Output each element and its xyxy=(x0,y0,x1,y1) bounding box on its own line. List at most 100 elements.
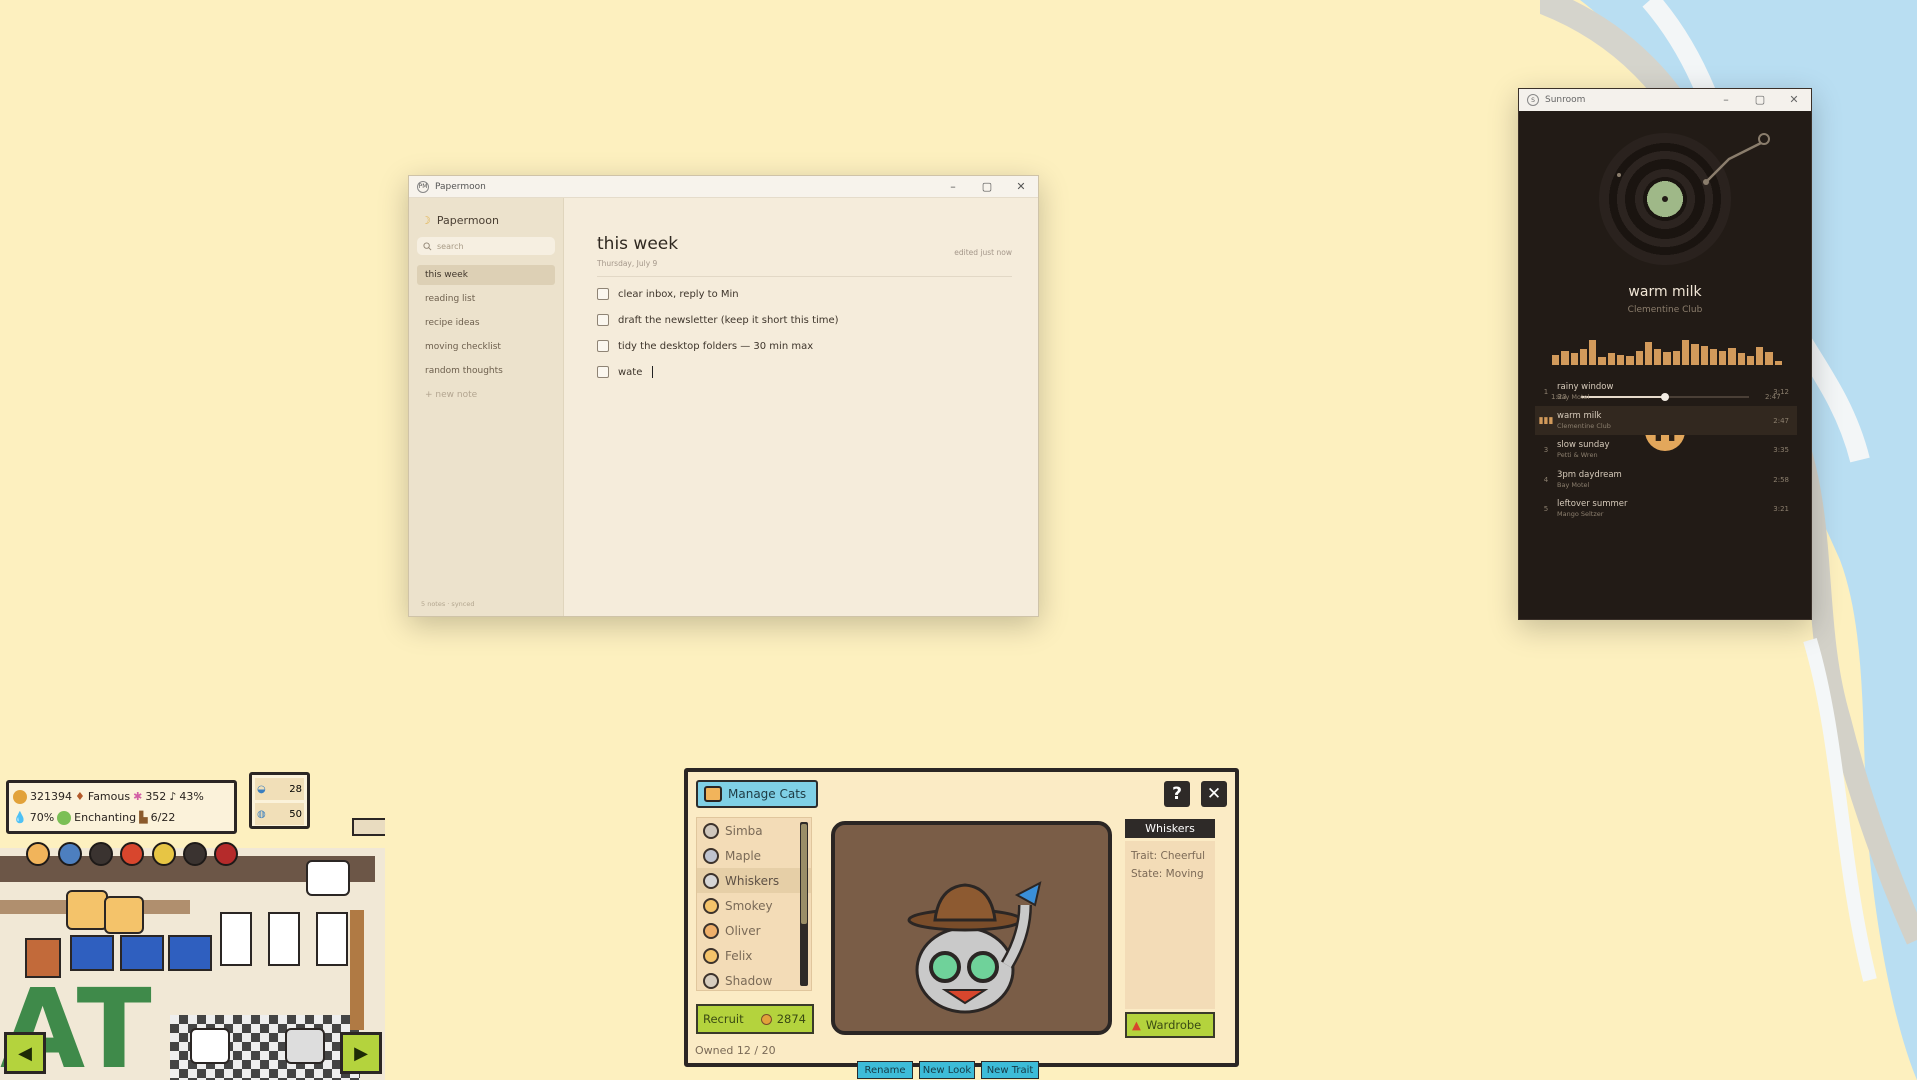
scroll-left-button[interactable]: ◀ xyxy=(4,1032,46,1074)
playlist-item[interactable]: 5 leftover summer Mango Seltzer 3:21 xyxy=(1535,494,1797,523)
playlist-item-active[interactable]: ▮▮▮ warm milk Clementine Club 2:47 xyxy=(1535,406,1797,435)
todo-checkbox[interactable] xyxy=(597,366,609,378)
cat-list-item[interactable]: Oliver xyxy=(697,918,811,943)
power-icon[interactable] xyxy=(214,842,238,866)
cat-menu-icon[interactable] xyxy=(26,842,50,866)
new-note-button[interactable]: + new note xyxy=(417,385,555,405)
new-trait-button[interactable]: New Trait xyxy=(981,1061,1039,1079)
track-artist: Clementine Club xyxy=(1557,422,1611,430)
playlist-item[interactable]: 1 rainy window Bay Motel 3:12 xyxy=(1535,377,1797,406)
track-artist: Bay Motel xyxy=(1557,481,1590,489)
eq-bar xyxy=(1561,350,1569,365)
help-button[interactable]: ? xyxy=(1164,781,1190,807)
track-title: leftover summer xyxy=(1557,499,1628,509)
search-input[interactable]: search xyxy=(417,237,555,255)
now-playing-bars-icon: ▮▮▮ xyxy=(1538,415,1554,426)
track-title: 3pm daydream xyxy=(1557,470,1622,480)
wardrobe-label: Wardrobe xyxy=(1145,1018,1202,1032)
fridge xyxy=(120,935,164,971)
milk-carton xyxy=(220,912,252,966)
cat-info-panel: Trait: Cheerful State: Moving xyxy=(1125,841,1215,891)
todo-checkbox[interactable] xyxy=(597,314,609,326)
moon-icon: ☽ xyxy=(421,214,431,227)
cat-sprite[interactable] xyxy=(104,896,144,934)
cat-list-item[interactable]: Shadow xyxy=(697,968,811,993)
crate xyxy=(25,938,61,978)
eq-bar xyxy=(1589,340,1597,365)
maximize-icon[interactable]: ▢ xyxy=(1743,89,1777,111)
sidebar-item-random-thoughts[interactable]: random thoughts xyxy=(417,361,555,381)
eq-bar xyxy=(1663,352,1671,365)
minimize-icon[interactable]: – xyxy=(1709,89,1743,111)
note-title[interactable]: this week xyxy=(597,234,1012,254)
papermoon-titlebar[interactable]: PM Papermoon – ▢ ✕ xyxy=(409,176,1038,198)
todo-text[interactable]: draft the newsletter (keep it short this… xyxy=(618,315,839,326)
cat-sprite[interactable] xyxy=(190,1028,230,1064)
cat-sprite[interactable] xyxy=(66,890,108,930)
eq-bar xyxy=(1691,344,1699,365)
sunroom-window: S Sunroom – ▢ ✕ warm milk Clementine Clu… xyxy=(1518,88,1812,620)
cat-sprite[interactable] xyxy=(285,1028,325,1064)
todo-text[interactable]: wate xyxy=(618,367,642,378)
todo-text[interactable]: clear inbox, reply to Min xyxy=(618,289,739,300)
app-logo-icon: PM xyxy=(417,180,429,193)
sidebar-item-recipe-ideas[interactable]: recipe ideas xyxy=(417,313,555,333)
scroll-right-button[interactable]: ▶ xyxy=(340,1032,382,1074)
search-placeholder: search xyxy=(437,241,464,251)
shop-icon[interactable] xyxy=(58,842,82,866)
cat-sprite[interactable] xyxy=(306,860,350,896)
cat-list-item-selected[interactable]: Whiskers xyxy=(697,868,811,893)
app-logo-icon: S xyxy=(1527,94,1539,106)
track-title: rainy window xyxy=(1557,382,1614,392)
todo-checkbox[interactable] xyxy=(597,288,609,300)
cat-list-scrollbar[interactable] xyxy=(800,822,808,986)
water-value: 70% xyxy=(29,811,55,824)
sidebar-item-this-week[interactable]: this week xyxy=(417,265,555,285)
wardrobe-button[interactable]: ▲ Wardrobe xyxy=(1125,1012,1215,1038)
track-artist: Petti & Wren xyxy=(1557,451,1598,459)
sunroom-titlebar[interactable]: S Sunroom – ▢ ✕ xyxy=(1519,89,1811,111)
track-duration: 3:12 xyxy=(1773,387,1789,396)
minimize-icon[interactable]: – xyxy=(936,176,970,198)
playlist-item[interactable]: 4 3pm daydream Bay Motel 2:58 xyxy=(1535,465,1797,494)
eq-bar xyxy=(1644,341,1653,365)
cat-name: Simba xyxy=(725,823,763,838)
todo-text[interactable]: tidy the desktop folders — 30 min max xyxy=(618,341,813,352)
eq-bar xyxy=(1598,357,1606,365)
track-number: 4 xyxy=(1543,475,1549,484)
cat-list-item[interactable]: Maple xyxy=(697,843,811,868)
new-look-button[interactable]: New Look xyxy=(919,1061,975,1079)
playlist-item[interactable]: 3 slow sunday Petti & Wren 3:35 xyxy=(1535,435,1797,464)
fish-resource: ◒ 28 xyxy=(255,778,304,800)
window-title: Papermoon xyxy=(435,181,486,192)
note-editor[interactable]: this week Thursday, July 9 edited just n… xyxy=(564,198,1038,616)
maximize-icon[interactable]: ▢ xyxy=(970,176,1004,198)
todo-item: clear inbox, reply to Min xyxy=(597,281,1012,307)
cat-list-item[interactable]: Simba xyxy=(697,818,811,843)
recruit-button[interactable]: Recruit 2874 xyxy=(696,1004,814,1034)
stop-icon[interactable] xyxy=(120,842,144,866)
settings-icon[interactable] xyxy=(183,842,207,866)
sidebar-item-reading-list[interactable]: reading list xyxy=(417,289,555,309)
todo-checkbox[interactable] xyxy=(597,340,609,352)
cat-list-item[interactable]: Felix xyxy=(697,943,811,968)
scrollbar-thumb[interactable] xyxy=(801,824,807,924)
search-tool-icon[interactable] xyxy=(152,842,176,866)
track-duration: 2:58 xyxy=(1773,475,1789,484)
cat-avatar-icon xyxy=(703,822,719,839)
close-icon[interactable]: ✕ xyxy=(1004,176,1038,198)
rename-button[interactable]: Rename xyxy=(857,1061,913,1079)
stats-panel: 321394 ♦ Famous ✱ 352 ♪ 43% 💧 70% Enchanting… xyxy=(6,780,237,834)
close-button[interactable]: ✕ xyxy=(1201,781,1227,807)
window-title: Sunroom xyxy=(1545,95,1586,105)
track-duration: 2:47 xyxy=(1773,416,1789,425)
medal-icon: ♦ xyxy=(75,790,85,803)
track-title: slow sunday xyxy=(1557,440,1610,450)
cat-list[interactable]: Simba Maple Whiskers Smokey Oliver Felix… xyxy=(696,817,812,991)
cat-avatar-icon xyxy=(703,872,719,889)
cat-avatar-icon xyxy=(703,897,719,914)
close-icon[interactable]: ✕ xyxy=(1777,89,1811,111)
sidebar-item-moving-checklist[interactable]: moving checklist xyxy=(417,337,555,357)
build-icon[interactable] xyxy=(89,842,113,866)
cat-list-item[interactable]: Smokey xyxy=(697,893,811,918)
